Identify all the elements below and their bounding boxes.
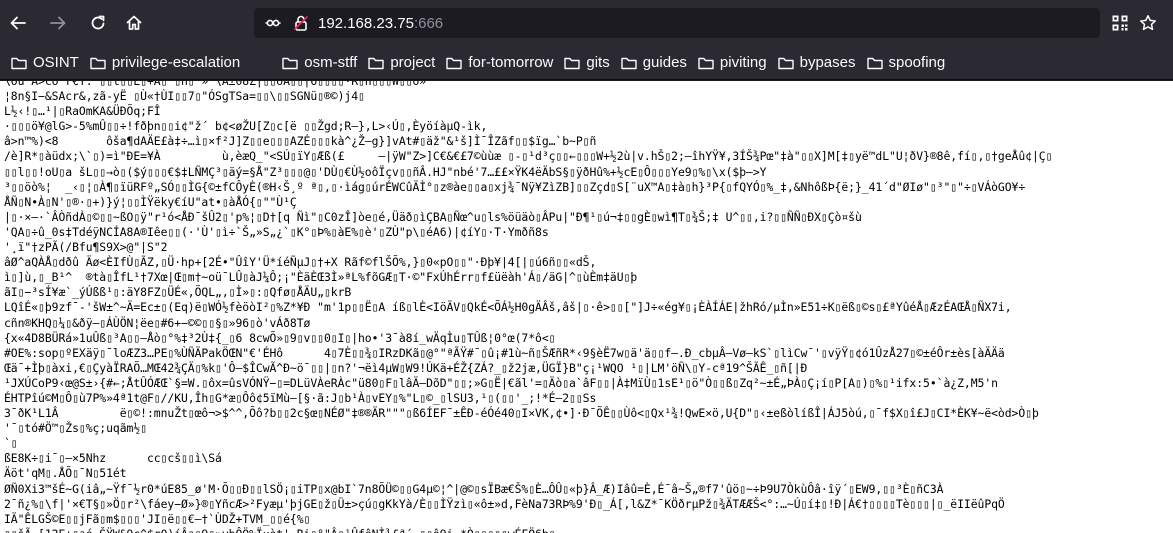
back-arrow-icon — [10, 16, 26, 30]
bookmark-star-icon[interactable] — [1139, 14, 1157, 32]
folder-icon — [777, 56, 794, 70]
reload-button[interactable] — [83, 8, 113, 38]
raw-text-line: ·▯▯▯ö¥@lG>-5%mÛ▯▯÷!fðþn▯▯i¢"ž´ b¢<øŽU[Z▯… — [4, 119, 488, 134]
raw-text-line: |▯·×–·`ÂÒñdÀ▯©▯▯~ßO▯ÿ"r¹ó<ÅÐ¯šÛ2▯'p%¦▯D†… — [4, 209, 862, 224]
raw-text-line: ¹JXÚCoP9‹œ@S±›{#←;ÅtÛÓÆŒ`§=W.▯ôx=ûsVÓNŸ−… — [4, 375, 998, 390]
insecure-lock-icon[interactable] — [292, 14, 310, 32]
folder-icon — [446, 56, 463, 70]
raw-text-line: â>n™%)<8 ôša¶dAÄE£à‡÷…ì▯×f²J]Z▯▯e▯▯▯AZÉ▯… — [4, 134, 597, 149]
bookmark-label: piviting — [719, 54, 767, 71]
bookmark-label: OSINT — [33, 54, 79, 71]
raw-text-line: ³▯▯öò%¦ _‹▯¦▯À¶▯ïüRFº„SÓ▯▯ÌG{©±fCÔyÈ(®H‹… — [4, 179, 1026, 194]
raw-binary-text: \Ou'A>co™r€T. ▯▯t▯▯E▯+A▯ ▯n▯ » \A±08Z|▯▯… — [4, 81, 1173, 533]
folder-icon — [282, 56, 298, 70]
folder-icon — [698, 56, 714, 70]
raw-text-line: ▯▯l▯▯!oU▯a šL▯▯→ò▯($ý▯▯▯€$‡LÑMÇ³▯äý=§Å"Z… — [4, 164, 767, 179]
raw-text-line: 3¯ðK¹L1Â ë▯©!:mnuŽt▯œô¬>$^^,Õô?b▯▯2c§œ▯N… — [4, 406, 1039, 421]
toolbar-right — [1111, 8, 1157, 38]
page-info-icon[interactable] — [264, 14, 282, 32]
raw-text-line: {x«4D8BÜRá»1uÛß▯³A▯▯—Åò▯°%‡³2Ù‡{_▯6 8cwÕ… — [4, 330, 556, 345]
bookmark-label: spoofing — [888, 54, 946, 71]
raw-text-line: /è]R*▯àüdx;\`▯)=ì"ÐE=¥À ù,èæQ_"<SÚ▯ïY▯Æß… — [4, 149, 1053, 164]
raw-text-line: '¯▯tó#Ö™▯Žs▯%ç;uqãm½▯ — [4, 421, 147, 436]
raw-text-line: LQîÉ«▯þ9zf¯-'šW±^~Ä=Ec±▯(Eq)ë▯WÓ½fèöòI²▯… — [4, 300, 1012, 315]
address-bar[interactable]: 192.168.23.75:666 — [254, 8, 1100, 38]
raw-text-line: '¸ï"†zPÃ(/Bfu¶S9X>@"|S"2 — [4, 240, 168, 255]
raw-text-line: 'QA▯÷û_0s‡TdéÿNCÍA8A®Iêe▯▯(·'Ù'▯ì÷`Š„»S„… — [4, 224, 549, 239]
url-host: 192.168.23.75 — [318, 14, 414, 32]
bookmark-label: bypases — [799, 54, 856, 71]
navigation-toolbar: 192.168.23.75:666 — [0, 0, 1173, 46]
raw-text-line: ÅÑ▯N•À▯N'▯®·▯+)}ý¦▯▯ÌŸëky€íU"at•▯àÅÓ{▯""… — [4, 194, 297, 209]
home-button[interactable] — [119, 8, 149, 38]
page-content: \Ou'A>co™r€T. ▯▯t▯▯E▯+A▯ ▯n▯ » \A±08Z|▯▯… — [0, 81, 1173, 533]
raw-text-line: ì▯]ù,▯_B¹^ ®tà▯ÎfL¹†7Xœ|Œ▯m†~oü¯LÛ▯àJ¼Ô;… — [4, 270, 638, 285]
raw-text-line: IÄ"ÊLGŠ©E▯▯jFã▯m$▯▯▯'JI▯ë▯▯€—†`ÙDŽ+TVM_▯… — [4, 511, 311, 526]
url-port: :666 — [413, 14, 444, 32]
raw-text-line: Œä¯+Ìþ▯àxi,€▯ÇyàÏRAÕ…MŒ42¾ÇÄ▯%k▯'Ô—$ÎCwÃ… — [4, 360, 808, 375]
url-text[interactable]: 192.168.23.75:666 — [318, 15, 443, 32]
bookmark-folder[interactable]: gits — [559, 50, 614, 76]
raw-text-line: 2¯ñ¿%▯\f|'×€T§▯»Ö▯r²\fáey−Ø»}®▯YñcÆ>²Fyæ… — [4, 496, 1005, 511]
bookmark-folder[interactable]: spoofing — [862, 50, 951, 76]
raw-text-line: #OE%:sop▯ºEXäÿ▯¯loÆZ3…PE▯%ÙÑÄPakÖŒN"€'ÉH… — [4, 345, 1005, 360]
back-button[interactable] — [3, 8, 33, 38]
raw-text-line: \Ou'A>co™r€T. ▯▯t▯▯E▯+A▯ ▯n▯ » \A±08Z|▯▯… — [4, 81, 427, 88]
bookmark-folder[interactable]: OSINT — [6, 50, 84, 76]
bookmark-label: privilege-escalation — [111, 54, 241, 71]
bookmarks-toolbar: OSINT privilege-escalation osm-stff proj… — [0, 46, 1173, 80]
folder-icon — [90, 56, 106, 70]
raw-text-line: ãI▯−³sÍ¥æ`_ýÚßß¹▯:äY8FZ▯ÜÉ«,ÕQL„,▯Ì»▯:▯Q… — [4, 285, 352, 300]
forward-button[interactable] — [43, 8, 73, 38]
folder-icon — [866, 56, 883, 70]
bookmark-folder[interactable]: privilege-escalation — [85, 50, 245, 76]
raw-text-line: ÉHTPîú©M▯Ô▯ù7P%»4ª1t@F▯//KU,Îh▯G*æ▯Ôô¢5ï… — [4, 390, 597, 405]
raw-text-line: Äöt'qM▯.ÅÕ▯¯N▯51ét — [4, 466, 127, 481]
forward-arrow-icon — [50, 16, 66, 30]
folder-icon — [368, 56, 385, 70]
raw-text-line: L½‹!▯…¹|▯RaOmKA&ÜÐÕq;FÎ — [4, 104, 161, 119]
raw-text-line: `▯ — [4, 436, 18, 451]
folder-icon — [564, 56, 581, 70]
bookmark-folder[interactable]: guides — [616, 50, 692, 76]
bookmark-folder[interactable]: osm-stff — [277, 50, 362, 76]
raw-text-line: ØÑ0Xi3™šÉ~G(iâ„~Ÿf¯½r0*úE85_ø'M·Õ▯▯Ð▯▯lS… — [4, 481, 944, 496]
raw-text-line: cñn®KHQ▯¼▯&ðÿ—▯ÁÙÖN¦ëe▯#6+−©©▯▯§▯»96▯ò'v… — [4, 315, 311, 330]
bookmark-folder[interactable]: bypases — [773, 50, 861, 76]
bookmark-label: guides — [642, 54, 687, 71]
bookmark-folder[interactable]: piviting — [693, 50, 772, 76]
folder-icon — [621, 56, 637, 70]
raw-text-line: ¦8n§I−&SAcr&,zã-yË ▯Ù«†ÙI▯▯7▯"ÓSgTSa=▯▯\… — [4, 89, 365, 104]
folder-icon — [11, 56, 27, 70]
raw-text-line: ßE8K÷▯i¯▯—×5Nhz cc▯cš▯▯ì\Sá — [4, 451, 222, 466]
qr-code-icon[interactable] — [1111, 14, 1129, 32]
raw-text-line: âØ^aQÀÅ▯dðû Äø<ÈIfÙ▯ÃZ,▯Ü·hp+[2É•"ÛîY'Ü*… — [4, 255, 597, 270]
bookmark-label: for-tomorrow — [468, 54, 554, 71]
bookmark-label: project — [390, 54, 436, 71]
reload-icon — [91, 15, 105, 30]
home-icon — [126, 15, 142, 30]
bookmark-label: gits — [586, 54, 610, 71]
bookmark-folder[interactable]: for-tomorrow — [441, 50, 558, 76]
bookmark-folder[interactable]: project — [363, 50, 440, 76]
raw-text-line: ▯▯šÃ-[12E±▯▯é_ŠŸW&9c^$r0)íÂ▯▯9▯»vbÔÖ%Ï×è… — [4, 527, 555, 533]
bookmark-label: osm-stff — [304, 54, 358, 71]
